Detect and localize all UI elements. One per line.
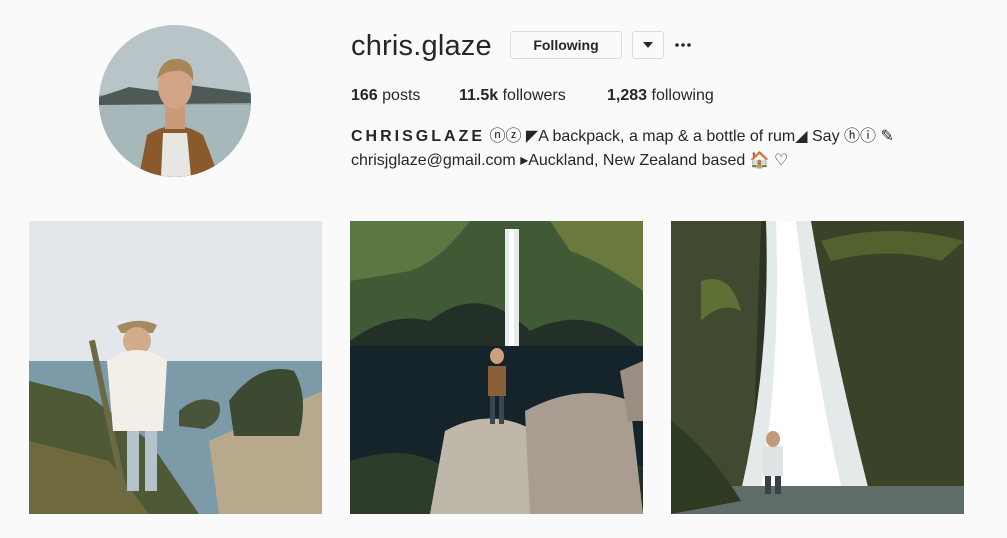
suggestions-dropdown-button[interactable] xyxy=(632,31,664,59)
chevron-down-icon xyxy=(643,42,653,48)
post-tile[interactable] xyxy=(671,221,964,514)
post-tile[interactable] xyxy=(29,221,322,514)
posts-count: 166 xyxy=(351,87,378,104)
more-options-icon xyxy=(675,43,691,47)
bio-name-emoji: ⓝⓩ xyxy=(489,128,522,145)
more-options-button[interactable] xyxy=(672,34,694,56)
bio-line-2: chrisjglaze@gmail.com ▸Auckland, New Zea… xyxy=(351,151,788,171)
waterfall-pool-photo xyxy=(350,221,643,514)
bio-location: ▸Auckland, New Zealand based 🏠 ♡ xyxy=(520,152,789,169)
bio-name: CHRISGLAZE xyxy=(351,128,485,145)
following-label: following xyxy=(651,87,714,104)
jungle-waterfall-photo xyxy=(671,221,964,514)
profile-avatar[interactable] xyxy=(99,25,251,177)
coastal-cliff-photo xyxy=(29,221,322,514)
following-button[interactable]: Following xyxy=(510,31,622,59)
followers-count: 11.5k xyxy=(459,87,499,104)
following-link[interactable]: 1,283 following xyxy=(607,86,714,106)
following-count: 1,283 xyxy=(607,87,648,104)
bio-line-1: CHRISGLAZE ⓝⓩ ◤A backpack, a map & a bot… xyxy=(351,127,894,147)
bio-text: ◤A backpack, a map & a bottle of rum◢ Sa… xyxy=(525,128,894,145)
post-tile[interactable] xyxy=(350,221,643,514)
followers-label: followers xyxy=(502,87,566,104)
bio-email: chrisjglaze@gmail.com xyxy=(351,152,516,169)
followers-link[interactable]: 11.5k followers xyxy=(459,86,566,106)
profile-username: chris.glaze xyxy=(351,30,492,62)
posts-label: posts xyxy=(382,87,421,104)
posts-stat: 166 posts xyxy=(351,86,420,106)
